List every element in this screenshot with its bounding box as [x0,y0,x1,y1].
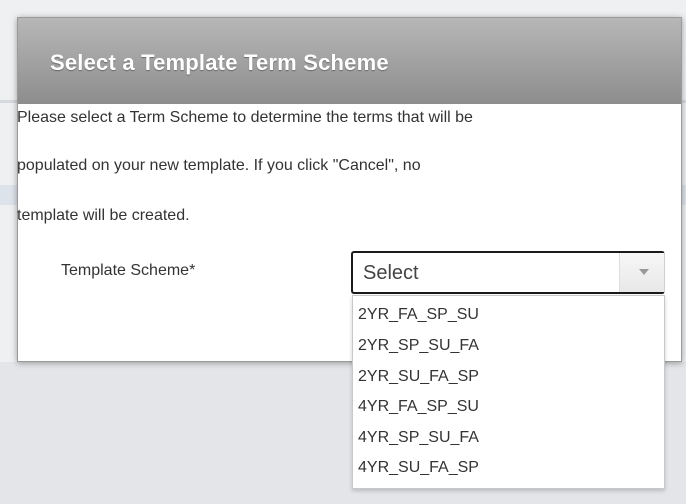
template-scheme-select[interactable]: Select [351,251,665,294]
select-toggle[interactable] [619,253,664,292]
scheme-option[interactable]: 4YR_SP_SU_FA [358,428,479,448]
template-scheme-label: Template Scheme* [61,262,196,279]
select-current-value: Select [363,262,419,284]
scheme-option[interactable]: 2YR_FA_SP_SU [358,305,479,325]
description-line-3: template will be created. [17,207,190,224]
dialog-title: Select a Template Term Scheme [50,50,389,75]
scheme-option[interactable]: 2YR_SU_FA_SP [358,367,479,387]
scheme-option[interactable]: 4YR_FA_SP_SU [358,397,479,417]
description-line-2: populated on your new template. If you c… [17,157,421,174]
scheme-option[interactable]: 4YR_SU_FA_SP [358,458,479,478]
dialog-header: Select a Template Term Scheme [18,18,681,104]
chevron-down-icon [639,269,649,275]
scheme-option[interactable]: 2YR_SP_SU_FA [358,336,479,356]
scheme-options-list: 2YR_FA_SP_SU 2YR_SP_SU_FA 2YR_SU_FA_SP 4… [352,295,665,489]
description-line-1: Please select a Term Scheme to determine… [17,109,473,126]
